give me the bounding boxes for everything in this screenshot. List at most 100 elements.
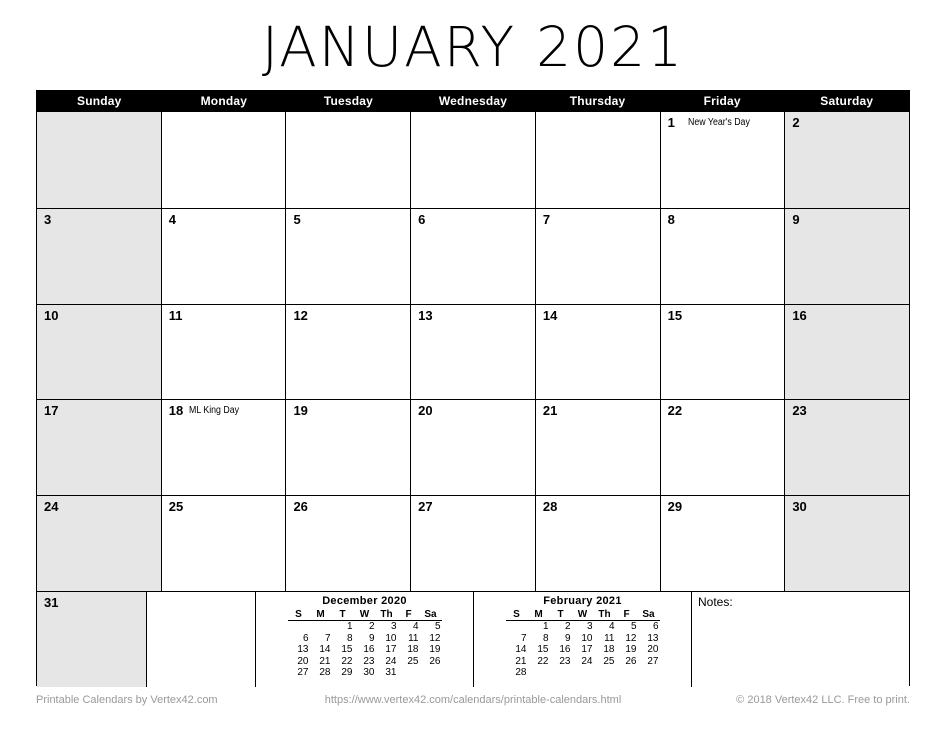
day-cell[interactable]: 10 (37, 304, 161, 400)
mini-calendar-day (288, 621, 310, 633)
day-cell[interactable]: 23 (784, 400, 910, 496)
day-cell[interactable]: 14 (534, 304, 660, 400)
mini-calendar-week: 6 7 8 9 10 11 12 (288, 633, 442, 645)
mini-calendar-day: 26 (625, 655, 637, 667)
mini-calendar-weekday: M (527, 608, 550, 622)
mini-calendar-day: 13 (297, 644, 309, 656)
mini-calendar-day (572, 667, 594, 679)
mini-calendar-day: 1 (542, 621, 549, 633)
day-cell[interactable]: 26 (285, 496, 411, 591)
day-cell[interactable] (160, 112, 286, 208)
day-cell[interactable]: 18 ML King Day (160, 400, 286, 496)
calendar-week-row: 1 New Year's Day 2 (37, 112, 910, 208)
mini-calendar-day: 7 (520, 632, 527, 644)
mini-calendar-day: 3 (390, 621, 397, 633)
mini-calendar-day: 29 (341, 667, 353, 679)
day-number: 6 (418, 211, 426, 227)
day-number: 10 (44, 307, 59, 323)
day-cell[interactable] (534, 112, 660, 208)
day-cell[interactable]: 11 (160, 304, 286, 400)
footer-copyright: © 2018 Vertex42 LLC. Free to print. (736, 694, 910, 706)
day-cell[interactable]: 2 (784, 112, 910, 208)
mini-calendar-previous-month: December 2020 S M T W Th F Sa 1 2 3 4 5 6 7 8 9 10 11 12 1… (255, 591, 473, 687)
day-cell[interactable]: 4 (160, 208, 286, 304)
day-number: 24 (44, 499, 59, 515)
day-number: 28 (542, 499, 558, 515)
day-cell[interactable] (285, 112, 411, 208)
footer-attribution: Printable Calendars by Vertex42.com (36, 694, 218, 706)
mini-calendar-weekday: S (287, 608, 310, 622)
day-cell[interactable] (145, 591, 255, 687)
day-cell[interactable]: 7 (534, 208, 660, 304)
mini-calendar-title: February 2021 (543, 594, 622, 607)
mini-calendar-day: 23 (363, 655, 375, 667)
mini-calendar-day: 25 (603, 655, 615, 667)
mini-calendar-body: 1 2 3 4 5 6 7 8 9 10 11 12 13 14 15 16 17 18 19 20 21 22 23 24 2… (506, 621, 660, 679)
notes-area[interactable]: Notes: (691, 591, 909, 687)
day-cell[interactable]: 31 (37, 591, 146, 687)
day-cell[interactable]: 19 (285, 400, 411, 496)
day-cell[interactable]: 16 (784, 304, 910, 400)
mini-calendar-day: 8 (542, 632, 549, 644)
mini-calendar-weekday: F (397, 608, 420, 622)
day-cell[interactable]: 15 (659, 304, 785, 400)
day-number: 23 (792, 403, 807, 419)
title-year: 2021 (536, 15, 685, 79)
day-cell[interactable]: 17 (37, 400, 161, 496)
calendar-grid: Sunday Monday Tuesday Wednesday Thursday… (36, 90, 910, 687)
mini-calendar-weekday: M (309, 608, 332, 622)
day-cell[interactable]: 24 (37, 496, 161, 591)
mini-calendar-day: 22 (537, 655, 549, 667)
mini-calendar-day: 4 (412, 621, 419, 633)
day-cell[interactable]: 5 (285, 208, 411, 304)
day-cell[interactable]: 29 (659, 496, 785, 591)
mini-calendar: December 2020 S M T W Th F Sa 1 2 3 4 5 6 7 8 9 10 11 12 1… (256, 595, 473, 679)
day-cell[interactable]: 13 (410, 304, 535, 400)
day-cell[interactable]: 20 (410, 400, 535, 496)
mini-calendar-day: 6 (302, 632, 309, 644)
mini-calendar-day: 3 (586, 621, 593, 633)
mini-calendar: February 2021 S M T W Th F Sa 1 2 3 4 5 6 7 8 9 10 11 12 1… (474, 595, 691, 679)
mini-calendar-day: 1 (346, 621, 353, 633)
mini-calendar-day: 30 (363, 667, 375, 679)
day-cell[interactable]: 1 New Year's Day (659, 112, 785, 208)
mini-calendar-day: 17 (581, 644, 593, 656)
day-number: 2 (792, 115, 800, 130)
day-cell[interactable]: 8 (659, 208, 785, 304)
day-number: 19 (293, 403, 308, 419)
mini-calendar-day: 2 (564, 621, 571, 633)
day-cell[interactable]: 28 (534, 496, 660, 591)
mini-calendar-week: 1 2 3 4 5 6 (506, 621, 660, 633)
day-cell[interactable]: 27 (410, 496, 535, 591)
day-cell[interactable]: 6 (410, 208, 535, 304)
mini-calendar-day: 15 (341, 644, 353, 656)
day-cell[interactable] (410, 112, 535, 208)
mini-calendar-day: 9 (368, 632, 375, 644)
day-cell[interactable]: 9 (784, 208, 910, 304)
day-cell[interactable]: 22 (659, 400, 785, 496)
mini-calendar-next-month: February 2021 S M T W Th F Sa 1 2 3 4 5 6 7 8 9 10 11 12 1… (473, 591, 691, 687)
day-number: 25 (168, 499, 184, 515)
mini-calendar-week: 1 2 3 4 5 (288, 621, 442, 633)
day-event-label: New Year's Day (687, 117, 750, 128)
day-number: 13 (418, 307, 433, 323)
mini-calendar-day: 2 (368, 621, 375, 633)
weekday-header-sunday: Sunday (77, 94, 122, 108)
day-cell[interactable]: 12 (285, 304, 411, 400)
mini-calendar-day: 27 (647, 655, 659, 667)
weekday-header-saturday: Saturday (820, 94, 874, 108)
mini-calendar-day: 17 (385, 644, 397, 656)
day-cell[interactable]: 3 (37, 208, 161, 304)
day-number: 15 (667, 307, 683, 323)
mini-calendar-day: 16 (363, 644, 375, 656)
mini-calendar-day: 4 (608, 621, 615, 633)
day-cell[interactable]: 21 (534, 400, 660, 496)
day-number: 31 (44, 594, 59, 610)
day-cell[interactable]: 30 (784, 496, 910, 591)
mini-calendar-weekday: Sa (637, 608, 660, 622)
weekday-header-monday: Monday (200, 94, 248, 108)
day-cell[interactable] (37, 112, 161, 208)
mini-calendar-day: 20 (647, 644, 659, 656)
day-cell[interactable]: 25 (160, 496, 286, 591)
mini-calendar-day: 14 (319, 644, 331, 656)
